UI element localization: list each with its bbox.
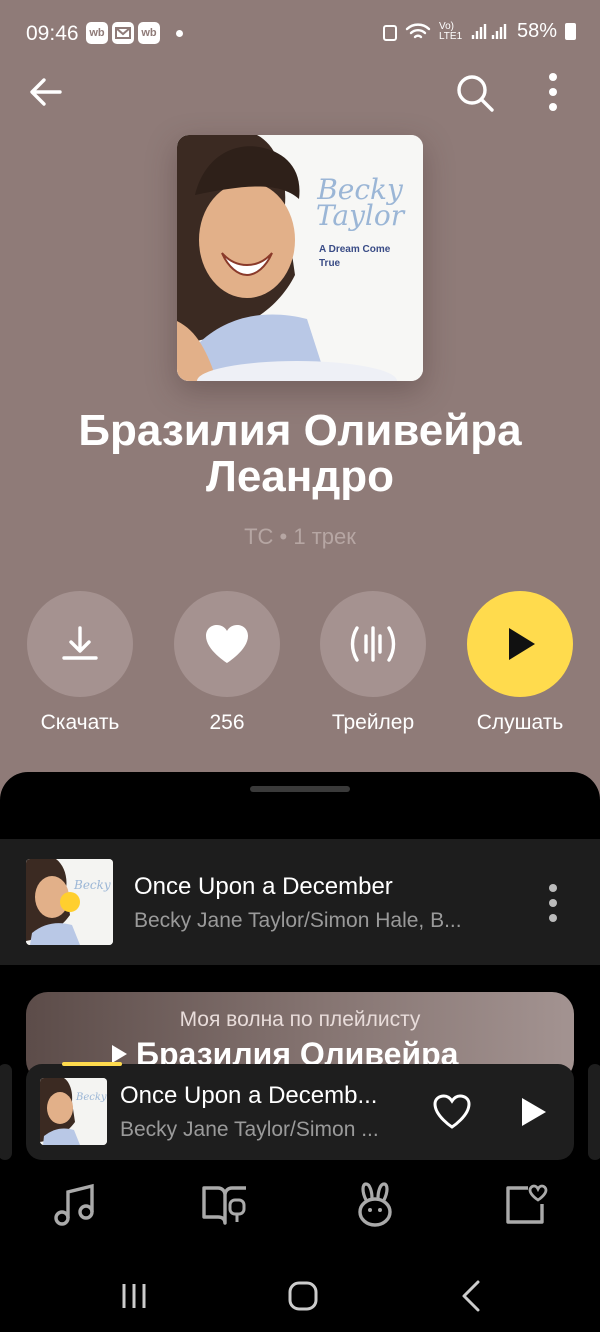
sheet-handle[interactable] xyxy=(250,786,350,792)
battery-percent: 58% xyxy=(516,20,557,42)
search-icon xyxy=(457,75,494,112)
status-time: 09:46 xyxy=(26,22,79,45)
mini-cover-art: Becky xyxy=(40,1078,107,1145)
mini-player-artist: Becky Jane Taylor/Simon ... xyxy=(120,1118,379,1141)
mini-play-button[interactable] xyxy=(512,1092,552,1132)
download-label: Скачать xyxy=(40,711,120,734)
track-more-button[interactable] xyxy=(538,881,568,925)
kids-bunny-icon xyxy=(358,1182,392,1227)
mail-icon xyxy=(112,22,134,44)
signal-icon xyxy=(471,23,507,39)
now-playing-indicator xyxy=(60,892,80,912)
track-cover: Becky xyxy=(26,859,113,945)
likes-count: 256 xyxy=(209,711,245,734)
track-artist: Becky Jane Taylor/Simon Hale, B... xyxy=(134,909,462,932)
svg-text:Becky: Becky xyxy=(75,1092,107,1103)
like-button[interactable]: 256 xyxy=(157,591,297,735)
nav-collection[interactable] xyxy=(500,1180,550,1230)
prev-mini-player-peek xyxy=(0,1064,12,1160)
trailer-label: Трейлер xyxy=(331,711,415,734)
system-back-button[interactable] xyxy=(452,1276,492,1316)
listen-label: Слушать xyxy=(476,711,564,734)
mini-player[interactable]: Becky Once Upon a Decemb... Becky Jane T… xyxy=(26,1064,574,1160)
svg-text:Becky: Becky xyxy=(73,878,111,892)
wave-label: Моя волна по плейлисту xyxy=(179,1008,421,1031)
mini-player-cover: Becky xyxy=(40,1078,107,1145)
more-options-button[interactable] xyxy=(538,70,568,114)
alarm-icon xyxy=(382,24,397,41)
playlist-cover: Becky Taylor A Dream Come True xyxy=(177,135,423,381)
trailer-circle[interactable] xyxy=(320,591,426,697)
heart-outline-icon xyxy=(433,1094,471,1129)
home-icon xyxy=(288,1281,318,1311)
system-navigation-bar xyxy=(0,1262,600,1332)
listen-button[interactable]: Слушать xyxy=(450,591,590,735)
heart-icon xyxy=(206,625,248,663)
collection-heart-icon xyxy=(506,1184,548,1224)
playlist-header: 09:46 wb wb Vo) LTE1 58% Becky Taylor A … xyxy=(0,0,600,810)
more-vertical-icon xyxy=(549,73,557,111)
next-mini-player-peek xyxy=(588,1064,600,1160)
home-button[interactable] xyxy=(283,1276,323,1316)
play-icon xyxy=(112,1045,127,1063)
cover-artist-logo: Becky Taylor xyxy=(315,173,405,232)
waveform-icon xyxy=(350,626,396,662)
system-status: Vo) LTE1 58% xyxy=(382,20,576,43)
status-bar: 09:46 wb wb Vo) LTE1 58% xyxy=(0,0,600,66)
play-icon xyxy=(509,628,535,660)
mini-like-button[interactable] xyxy=(432,1092,472,1132)
more-notifications-dot xyxy=(176,29,183,37)
wifi-icon xyxy=(405,22,431,38)
cover-album-text: A Dream Come True xyxy=(319,244,391,269)
play-icon xyxy=(522,1098,546,1126)
like-circle[interactable] xyxy=(174,591,280,697)
listen-circle[interactable] xyxy=(467,591,573,697)
nav-music[interactable] xyxy=(50,1180,100,1230)
more-vertical-icon xyxy=(549,884,557,922)
bottom-nav xyxy=(0,1180,600,1240)
nav-kids[interactable] xyxy=(350,1180,400,1230)
back-button[interactable] xyxy=(26,72,66,112)
search-button[interactable] xyxy=(454,72,496,114)
battery-icon xyxy=(565,23,576,40)
playback-progress xyxy=(62,1062,122,1066)
download-icon xyxy=(62,626,98,660)
nav-books[interactable] xyxy=(200,1180,250,1230)
book-icon xyxy=(202,1186,246,1225)
chevron-left-icon xyxy=(462,1280,480,1312)
wb-icon: wb xyxy=(138,22,160,44)
mini-player-title: Once Upon a Decemb... xyxy=(120,1082,378,1109)
wb-icon: wb xyxy=(86,22,108,44)
track-row[interactable]: Becky Once Upon a December Becky Jane Ta… xyxy=(0,839,600,965)
recent-apps-button[interactable] xyxy=(114,1276,154,1316)
arrow-left-icon xyxy=(30,78,62,106)
network-type: Vo) LTE1 xyxy=(438,20,463,42)
download-circle[interactable] xyxy=(27,591,133,697)
recent-apps-icon xyxy=(122,1284,146,1308)
download-button[interactable]: Скачать xyxy=(10,591,150,735)
playlist-meta: ТС • 1 трек xyxy=(244,524,356,549)
track-title: Once Upon a December xyxy=(134,873,393,900)
music-note-icon xyxy=(54,1183,94,1226)
trailer-button[interactable]: Трейлер xyxy=(303,591,443,735)
page-title: Бразилия Оливейра Леандро xyxy=(78,406,522,501)
notification-icons: wb wb xyxy=(86,22,183,44)
